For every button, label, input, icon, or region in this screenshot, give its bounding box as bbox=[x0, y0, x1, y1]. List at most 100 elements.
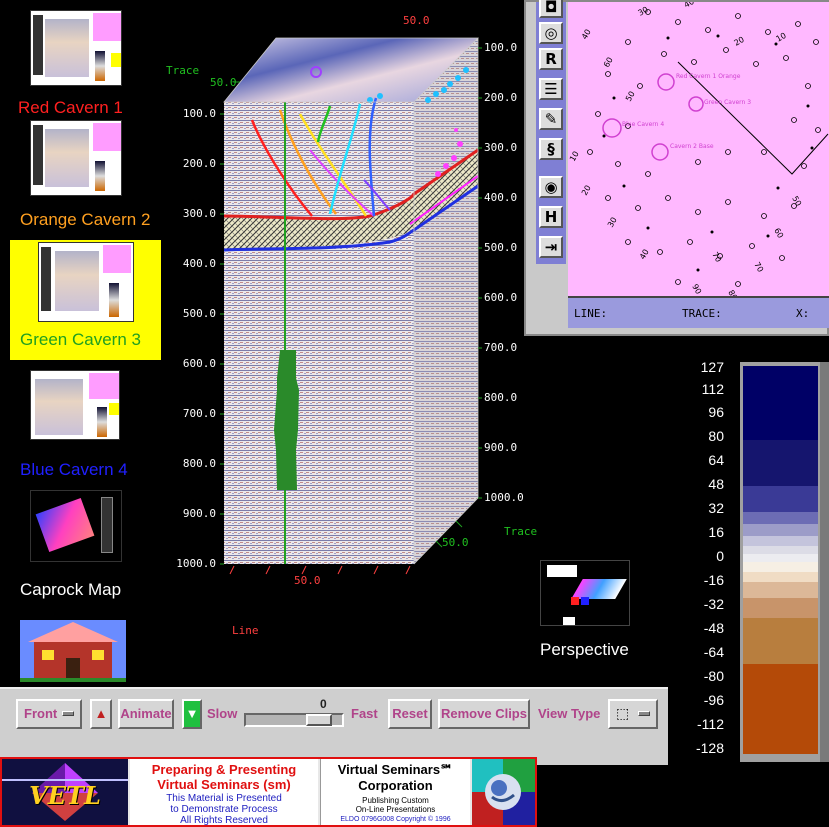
trace-axis-label-top: Trace bbox=[166, 64, 200, 77]
nav-label-blue-cavern-4: Blue Cavern 4 bbox=[20, 460, 128, 479]
view-type-label: View Type bbox=[538, 706, 601, 721]
exit-icon: ⇥ bbox=[544, 238, 558, 256]
vetl-logo-text: VETL bbox=[29, 781, 101, 810]
map-list-button[interactable]: ☰ bbox=[539, 78, 563, 100]
colorbar-frame bbox=[740, 362, 829, 762]
svg-text:60: 60 bbox=[772, 227, 785, 240]
rotate-icon: ◉ bbox=[544, 178, 558, 196]
notes-icon: § bbox=[547, 140, 555, 158]
cube-side-face bbox=[414, 38, 478, 564]
perspective-thumbnail bbox=[540, 560, 630, 626]
option-menu-icon bbox=[62, 711, 74, 716]
svg-text:80: 80 bbox=[726, 289, 739, 297]
svg-text:Red Cavern 1 Orange: Red Cavern 1 Orange bbox=[676, 73, 741, 80]
amplitude-colorbar bbox=[740, 362, 829, 762]
speed-slider[interactable] bbox=[244, 713, 344, 727]
caprock-map-canvas[interactable]: Red Cavern 1 Orange Green Cavern 3 Blue … bbox=[568, 0, 829, 302]
speed-value: 0 bbox=[320, 697, 327, 711]
nav-item-red-cavern-1[interactable]: Red Cavern 1 bbox=[18, 8, 158, 120]
trace-axis-tick-top: 50.0 bbox=[210, 76, 237, 89]
map-rotate-button[interactable]: ◉ bbox=[539, 176, 563, 198]
speed-slider-thumb[interactable] bbox=[306, 714, 333, 726]
nav-item-green-cavern-3[interactable]: Green Cavern 3 bbox=[10, 240, 161, 360]
svg-text:Green Cavern 3: Green Cavern 3 bbox=[704, 99, 751, 106]
map-zoom-button[interactable]: ◘ bbox=[539, 0, 563, 18]
status-x-label: X: bbox=[796, 307, 810, 320]
basemap-plot: Red Cavern 1 Orange Green Cavern 3 Blue … bbox=[568, 0, 829, 302]
nav-label-caprock-map: Caprock Map bbox=[20, 580, 122, 599]
map-toolbar: ◘ ◎ R ☰ ✎ § ◉ H ⇥ bbox=[536, 0, 566, 264]
h-icon: H bbox=[544, 208, 558, 226]
fast-label: Fast bbox=[351, 706, 378, 721]
trace-axis-label-bottom: Trace bbox=[504, 525, 538, 538]
svg-text:70: 70 bbox=[710, 251, 723, 264]
map-status-bar: LINE: TRACE: X: bbox=[568, 296, 829, 328]
pan-icon: ◎ bbox=[544, 24, 558, 42]
nav-item-caprock-map[interactable]: Caprock Map bbox=[18, 488, 158, 604]
svg-text:20: 20 bbox=[580, 184, 593, 197]
map-exit-button[interactable]: ⇥ bbox=[539, 236, 563, 258]
nav-item-blue-cavern-4[interactable]: Blue Cavern 4 bbox=[18, 368, 158, 480]
red-cavern-thumbnail bbox=[30, 10, 122, 86]
view-type-select[interactable]: ⬚ bbox=[608, 699, 658, 729]
vetl-banner: VETL Preparing & Presenting Virtual Semi… bbox=[0, 757, 537, 827]
svg-text:10: 10 bbox=[568, 150, 581, 163]
step-up-button[interactable]: ▲ bbox=[90, 699, 112, 729]
caprock-map-window: ◘ ◎ R ☰ ✎ § ◉ H ⇥ Red Cavern 1 Orange Gr… bbox=[524, 0, 829, 336]
svg-text:90: 90 bbox=[690, 283, 703, 296]
edit-icon: ✎ bbox=[544, 110, 558, 128]
banner-title-block: Preparing & Presenting Virtual Seminars … bbox=[130, 759, 318, 826]
status-trace-label: TRACE: bbox=[682, 307, 722, 320]
banner-company-block: Virtual Seminars℠ Corporation Publishing… bbox=[320, 759, 470, 825]
line-axis-tick-top: 50.0 bbox=[403, 14, 430, 27]
svg-text:30: 30 bbox=[606, 216, 619, 229]
vetl-logo: VETL bbox=[2, 759, 128, 825]
nav-label-red-cavern-1: Red Cavern 1 bbox=[18, 98, 123, 117]
svg-text:40: 40 bbox=[580, 28, 593, 41]
option-menu-icon bbox=[638, 711, 650, 716]
nav-label-orange-cavern-2: Orange Cavern 2 bbox=[20, 210, 151, 229]
zoom-icon: ◘ bbox=[544, 0, 558, 16]
green-cavern-thumbnail bbox=[38, 242, 134, 322]
map-edit-button[interactable]: ✎ bbox=[539, 108, 563, 130]
globe-icon bbox=[472, 759, 535, 825]
nav-label-green-cavern-3: Green Cavern 3 bbox=[20, 330, 141, 349]
cube-icon: ⬚ bbox=[616, 706, 630, 722]
map-pan-button[interactable]: ◎ bbox=[539, 22, 563, 44]
slow-label: Slow bbox=[207, 706, 238, 721]
svg-text:60: 60 bbox=[602, 56, 615, 69]
svg-text:50: 50 bbox=[624, 90, 637, 103]
nav-item-orange-cavern-2[interactable]: Orange Cavern 2 bbox=[18, 118, 163, 230]
svg-text:40: 40 bbox=[638, 248, 651, 261]
control-bar: Front ▲ Animate ▼ Slow 0 Fast Reset Remo… bbox=[0, 687, 668, 735]
line-axis-label: Line bbox=[232, 624, 259, 637]
reset-button[interactable]: Reset bbox=[388, 699, 432, 729]
animate-button[interactable]: Animate bbox=[118, 699, 174, 729]
trace-axis-tick-bottom: 50.0 bbox=[442, 536, 469, 549]
list-icon: ☰ bbox=[544, 80, 558, 98]
svg-text:10: 10 bbox=[775, 31, 788, 44]
step-down-button[interactable]: ▼ bbox=[182, 699, 202, 729]
nav-label-perspective: Perspective bbox=[540, 640, 629, 659]
caprock-map-thumbnail bbox=[30, 490, 122, 562]
svg-text:50: 50 bbox=[790, 195, 803, 208]
remove-clips-button[interactable]: Remove Clips bbox=[438, 699, 530, 729]
svg-text:40: 40 bbox=[683, 2, 696, 10]
svg-text:Cavern 2 Base: Cavern 2 Base bbox=[670, 143, 714, 150]
svg-text:30: 30 bbox=[637, 5, 650, 18]
svg-text:Blue Cavern 4: Blue Cavern 4 bbox=[622, 121, 664, 128]
map-h-button[interactable]: H bbox=[539, 206, 563, 228]
svg-text:20: 20 bbox=[733, 35, 746, 48]
green-cavern-body bbox=[274, 350, 299, 490]
map-notes-button[interactable]: § bbox=[539, 138, 563, 160]
left-depth-axis: 100.0 200.0 300.0 400.0 500.0 600.0 700.… bbox=[176, 107, 216, 570]
right-depth-axis: 100.0 200.0 300.0 400.0 500.0 600.0 700.… bbox=[484, 41, 524, 504]
seismic-cube-view[interactable]: 100.0 200.0 300.0 400.0 500.0 600.0 700.… bbox=[160, 10, 537, 650]
perspective-view-button[interactable]: Perspective bbox=[538, 560, 648, 660]
map-r-button[interactable]: R bbox=[539, 48, 563, 70]
globe-logo bbox=[472, 759, 535, 825]
blue-cavern-thumbnail bbox=[30, 370, 120, 440]
home-button[interactable] bbox=[20, 620, 126, 682]
view-select[interactable]: Front bbox=[16, 699, 82, 729]
svg-text:70: 70 bbox=[752, 261, 765, 274]
